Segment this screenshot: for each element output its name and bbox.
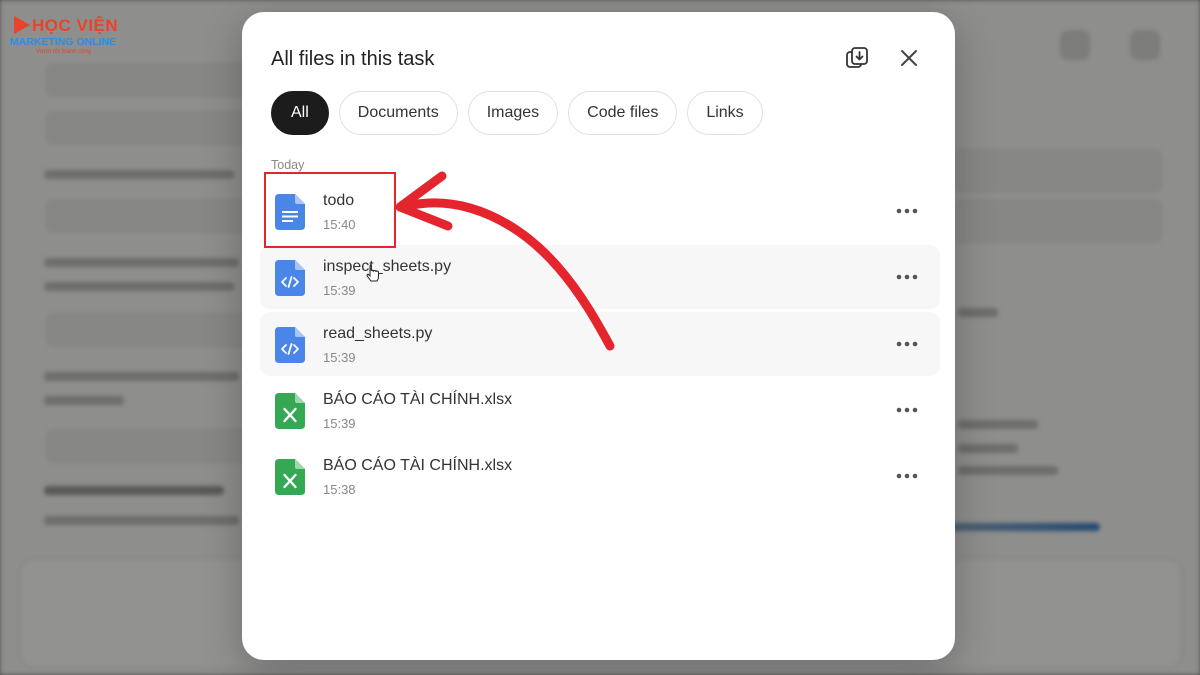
logo-line2: MARKETING ONLINE — [10, 36, 117, 48]
code-file-icon — [275, 260, 305, 296]
file-name: BÁO CÁO TÀI CHÍNH.xlsx — [323, 457, 513, 474]
more-horizontal-icon — [896, 208, 918, 214]
tab-links[interactable]: Links — [687, 91, 763, 135]
close-button[interactable] — [893, 42, 925, 74]
more-options-button[interactable] — [892, 263, 922, 291]
close-icon — [901, 50, 917, 66]
file-row-bao-cao-2[interactable]: BÁO CÁO TÀI CHÍNH.xlsx 15:38 — [260, 444, 940, 508]
download-all-icon — [846, 47, 868, 68]
file-name: read_sheets.py — [323, 325, 433, 342]
tab-all[interactable]: All — [271, 91, 329, 135]
file-row-bao-cao-1[interactable]: BÁO CÁO TÀI CHÍNH.xlsx 15:39 — [260, 378, 940, 442]
code-file-icon — [275, 327, 305, 363]
tab-documents[interactable]: Documents — [338, 91, 458, 135]
more-options-button[interactable] — [892, 330, 922, 358]
more-horizontal-icon — [896, 341, 918, 347]
more-horizontal-icon — [896, 473, 918, 479]
all-files-modal: All files in this task All Documents Ima… — [242, 12, 955, 660]
spreadsheet-icon — [275, 393, 305, 429]
brand-logo: HỌC VIỆN MARKETING ONLINE Vươn tới thành… — [10, 16, 122, 60]
file-row-todo[interactable]: todo 15:40 — [260, 179, 940, 243]
document-icon — [275, 194, 305, 230]
mouse-cursor-icon — [366, 264, 379, 282]
file-name: todo — [323, 192, 355, 209]
file-time: 15:39 — [323, 416, 356, 431]
more-horizontal-icon — [896, 274, 918, 280]
file-time: 15:38 — [323, 482, 356, 497]
file-filter-tabs: All Documents Images Code files Links — [271, 91, 763, 135]
logo-line3: Vươn tới thành công — [36, 49, 92, 55]
section-label-today: Today — [271, 158, 305, 172]
file-row-inspect-sheets[interactable]: inspect_sheets.py 15:39 — [260, 245, 940, 309]
file-time: 15:40 — [323, 217, 356, 232]
tab-code-files[interactable]: Code files — [568, 91, 678, 135]
file-time: 15:39 — [323, 350, 356, 365]
file-time: 15:39 — [323, 283, 356, 298]
spreadsheet-icon — [275, 459, 305, 495]
more-options-button[interactable] — [892, 197, 922, 225]
logo-mark-icon — [14, 16, 30, 34]
download-all-button[interactable] — [841, 42, 873, 74]
file-name: BÁO CÁO TÀI CHÍNH.xlsx — [323, 391, 513, 408]
more-options-button[interactable] — [892, 462, 922, 490]
file-name: inspect_sheets.py — [323, 258, 452, 275]
more-options-button[interactable] — [892, 396, 922, 424]
more-horizontal-icon — [896, 407, 918, 413]
file-row-read-sheets[interactable]: read_sheets.py 15:39 — [260, 312, 940, 376]
logo-line1: HỌC VIỆN — [32, 16, 119, 35]
modal-title: All files in this task — [271, 48, 435, 70]
tab-images[interactable]: Images — [467, 91, 559, 135]
